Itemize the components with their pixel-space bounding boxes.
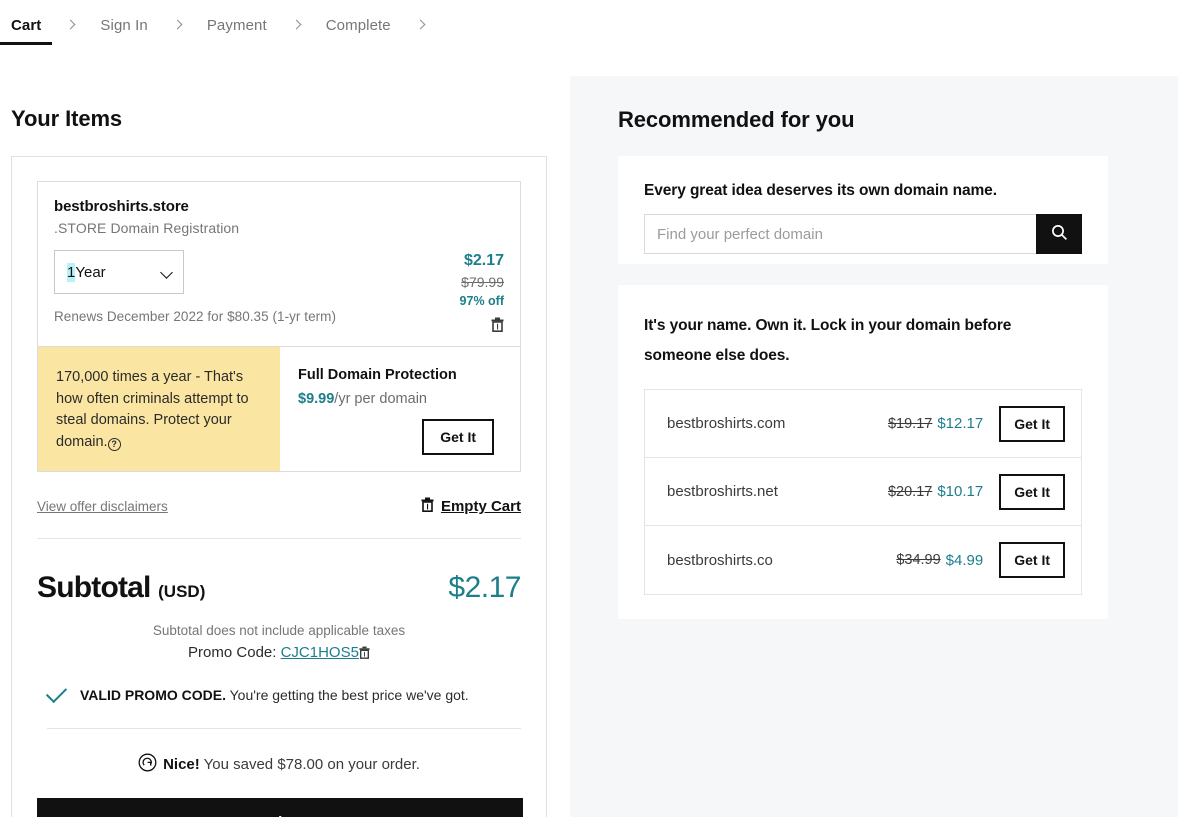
- subtotal-label-text: Subtotal: [37, 571, 151, 604]
- recommendations-title: Recommended for you: [618, 107, 855, 132]
- suggested-domain-name: bestbroshirts.co: [667, 551, 773, 569]
- cart-item: bestbroshirts.store .STORE Domain Regist…: [37, 181, 521, 472]
- savings-rest: You saved $78.00 on your order.: [199, 756, 420, 773]
- domain-protection-price-suffix: /yr per domain: [334, 391, 427, 407]
- savings-text: Nice! You saved $78.00 on your order.: [163, 756, 420, 773]
- subtotal-row: Subtotal (USD) $2.17: [37, 571, 521, 605]
- cart-item-domain: bestbroshirts.store: [54, 198, 189, 215]
- suggested-domain-now-price: $12.17: [937, 415, 984, 432]
- step-separator-3: [291, 17, 302, 41]
- chevron-down-icon: [160, 266, 173, 279]
- tax-note: Subtotal does not include applicable tax…: [152, 623, 406, 638]
- step-payment-label: Payment: [206, 17, 267, 34]
- savings-bold: Nice!: [163, 756, 200, 773]
- question-mark-icon[interactable]: ?: [107, 437, 121, 451]
- promo-code-row: Promo Code: CJC1HOS5: [12, 644, 546, 661]
- step-complete[interactable]: Complete: [326, 17, 391, 45]
- domain-protection-get-it-button[interactable]: Get It: [422, 419, 494, 455]
- ready-to-pay-button[interactable]: I'm Ready to Pay: [37, 798, 523, 817]
- checkout-steps: Cart Sign In Payment Complete: [0, 0, 1178, 56]
- step-separator-1: [65, 17, 76, 41]
- step-separator-4: [415, 17, 426, 41]
- term-length-value-highlight: 1: [67, 262, 76, 282]
- cart-item-price: $2.17: [463, 252, 504, 269]
- domain-protection-promo-copy: 170,000 times a year - That's how often …: [56, 369, 249, 450]
- domain-search-heading: Every great idea deserves its own domain…: [644, 182, 997, 199]
- step-cart-label: Cart: [0, 17, 54, 45]
- domain-protection-detail: Full Domain Protection $9.99/yr per doma…: [280, 347, 520, 471]
- domain-protection-promo-text: 170,000 times a year - That's how often …: [38, 347, 280, 471]
- suggested-domain-now-price: $4.99: [945, 551, 984, 569]
- empty-cart-label: Empty Cart: [440, 498, 521, 515]
- empty-cart-trash-icon: [421, 497, 434, 516]
- list-item[interactable]: bestbroshirts.co $34.99 $4.99 Get It: [645, 526, 1081, 594]
- domain-search-button[interactable]: [1036, 214, 1082, 254]
- domain-protection-price: $9.99: [298, 391, 335, 407]
- step-sign-in[interactable]: Sign In: [100, 17, 147, 45]
- page-title: Your Items: [11, 106, 123, 131]
- step-payment[interactable]: Payment: [207, 17, 267, 45]
- suggested-domain-was-price: $20.17: [887, 483, 933, 500]
- own-your-name-card: It's your name. Own it. Lock in your dom…: [618, 285, 1108, 619]
- promo-status-text: VALID PROMO CODE. You're getting the bes…: [80, 687, 469, 703]
- step-separator-2: [172, 17, 183, 41]
- checkout-cart-page: Cart Sign In Payment Complete Recommende…: [0, 0, 1178, 817]
- recommendations-panel: Recommended for you Every great idea des…: [570, 76, 1178, 817]
- suggested-domain-get-it-button[interactable]: Get It: [999, 542, 1065, 578]
- promo-status-rest: You're getting the best price we've got.: [225, 687, 469, 703]
- remove-promo-trash-icon[interactable]: [359, 644, 370, 661]
- suggested-domain-list: bestbroshirts.com $19.17 $12.17 Get It b…: [644, 389, 1082, 595]
- cart-item-original-price: $79.99: [461, 274, 504, 290]
- suggested-domain-name: bestbroshirts.com: [667, 415, 786, 432]
- cart-item-pricing: $2.17 $79.99 97% off: [412, 198, 504, 332]
- domain-protection-price-line: $9.99/yr per domain: [298, 391, 504, 407]
- subtotal-currency: (USD): [158, 582, 206, 601]
- list-item[interactable]: bestbroshirts.com $19.17 $12.17 Get It: [645, 390, 1081, 458]
- suggested-domain-was-price: $34.99: [896, 552, 941, 568]
- suggested-domain-now-price: $10.17: [937, 483, 984, 500]
- suggested-domain-get-it-button[interactable]: Get It: [999, 473, 1065, 510]
- cart-item-renewal-note: Renews December 2022 for $80.35 (1-yr te…: [54, 309, 337, 324]
- cart-panel: Your Items bestbroshirts.store .STORE Do…: [0, 56, 570, 817]
- subtotal-amount: $2.17: [448, 571, 521, 604]
- own-your-name-heading: It's your name. Own it. Lock in your dom…: [644, 317, 1012, 364]
- remove-item-trash-icon[interactable]: [491, 317, 504, 332]
- suggested-domain-get-it-button[interactable]: Get It: [999, 405, 1065, 442]
- subtotal-label: Subtotal (USD): [37, 571, 205, 605]
- step-cart[interactable]: Cart: [0, 17, 54, 45]
- search-icon: [1051, 224, 1068, 244]
- cart-item-description: .STORE Domain Registration: [54, 220, 240, 236]
- cart-item-discount-badge: 97% off: [459, 294, 504, 308]
- view-offer-disclaimers-link[interactable]: View offer disclaimers: [37, 499, 168, 514]
- domain-search-form: [644, 214, 1082, 254]
- cart-item-details: bestbroshirts.store .STORE Domain Regist…: [38, 182, 520, 346]
- promo-code-value[interactable]: CJC1HOS5: [281, 644, 359, 661]
- cart-links-row: View offer disclaimers Empty Cart: [37, 497, 521, 539]
- savings-row: Nice! You saved $78.00 on your order.: [12, 753, 546, 776]
- promo-status-bold: VALID PROMO CODE.: [80, 687, 226, 703]
- domain-search-card: Every great idea deserves its own domain…: [618, 156, 1108, 264]
- term-length-select[interactable]: 1 Year: [54, 250, 184, 294]
- suggested-domain-name: bestbroshirts.net: [667, 483, 778, 500]
- suggested-domain-was-price: $19.17: [887, 415, 933, 432]
- empty-cart-button[interactable]: Empty Cart: [421, 497, 521, 516]
- term-length-value: Year: [75, 263, 106, 281]
- domain-protection-title: Full Domain Protection: [298, 367, 457, 383]
- domain-search-input[interactable]: [644, 214, 1036, 254]
- godaddy-logo-icon: [138, 753, 157, 776]
- list-item[interactable]: bestbroshirts.net $20.17 $10.17 Get It: [645, 458, 1081, 526]
- promo-status-row: VALID PROMO CODE. You're getting the bes…: [45, 681, 521, 729]
- domain-protection-offer: 170,000 times a year - That's how often …: [38, 346, 520, 471]
- promo-code-label: Promo Code:: [188, 644, 277, 661]
- step-complete-label: Complete: [325, 17, 391, 34]
- check-icon: [45, 681, 68, 704]
- cart-card: bestbroshirts.store .STORE Domain Regist…: [11, 156, 547, 817]
- step-sign-in-label: Sign In: [100, 17, 148, 34]
